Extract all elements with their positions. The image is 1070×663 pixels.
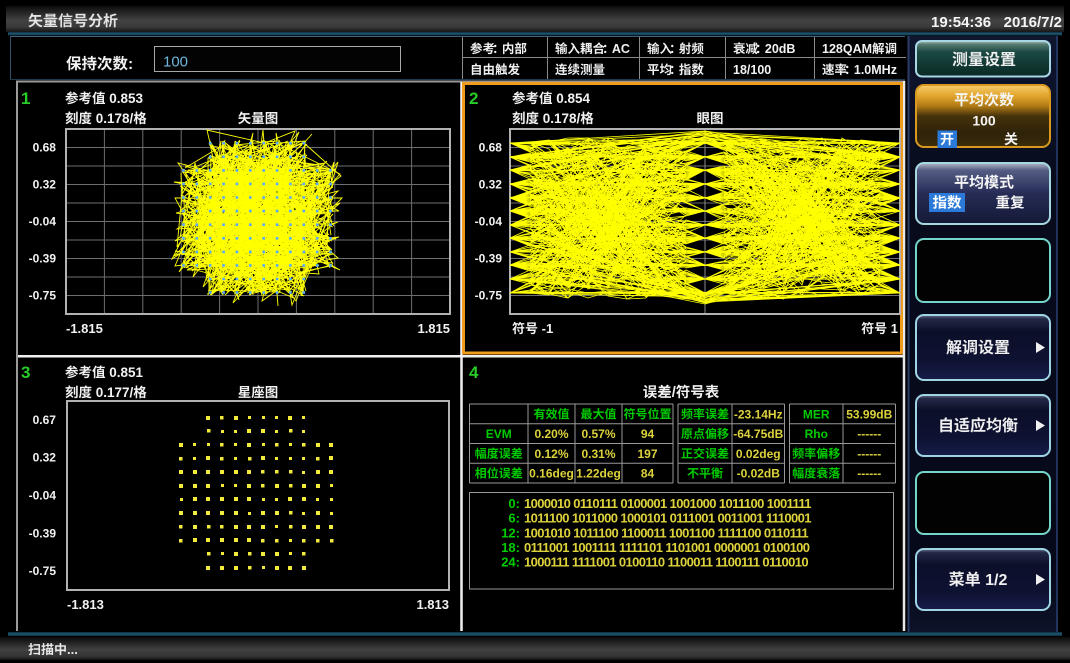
svg-text:100: 100: [972, 113, 996, 129]
svg-text:18:: 18:: [501, 540, 520, 555]
svg-text:53.99dB: 53.99dB: [846, 407, 892, 421]
svg-text:-0.04: -0.04: [29, 489, 57, 503]
svg-text:-64.75dB: -64.75dB: [733, 427, 783, 441]
svg-text:0.31%: 0.31%: [581, 447, 615, 461]
svg-text:0.32: 0.32: [33, 178, 57, 192]
svg-text:94: 94: [641, 427, 655, 441]
svg-text:/: /: [672, 385, 676, 401]
svg-text:197: 197: [637, 447, 657, 461]
svg-text:1/2: 1/2: [985, 572, 1007, 589]
svg-text:0.177/: 0.177/: [96, 385, 134, 400]
svg-text:0.68: 0.68: [479, 141, 503, 155]
svg-text:1.22deg: 1.22deg: [576, 467, 621, 481]
svg-text:0.178/: 0.178/: [96, 111, 134, 126]
svg-text:3: 3: [21, 363, 30, 382]
svg-text:-0.75: -0.75: [475, 289, 503, 303]
svg-text:100: 100: [163, 54, 188, 71]
svg-text:18/100: 18/100: [733, 63, 771, 77]
svg-text:0.32: 0.32: [33, 451, 57, 465]
svg-text:84: 84: [641, 467, 655, 481]
svg-text:------: ------: [857, 467, 881, 481]
svg-text:1000010 0110111 0100001 100100: 1000010 0110111 0100001 1001000 1011100 …: [524, 496, 811, 511]
svg-text:0.67: 0.67: [33, 413, 57, 427]
svg-text:-0.75: -0.75: [29, 289, 57, 303]
svg-text:0.16deg: 0.16deg: [529, 467, 574, 481]
svg-text:1000111 1111001 0100110 110001: 1000111 1111001 0100110 1100011 1100111 …: [524, 555, 808, 570]
svg-text:AC: AC: [612, 42, 630, 56]
svg-text:...: ...: [67, 642, 78, 657]
svg-text:24:: 24:: [501, 555, 520, 570]
svg-text:0.68: 0.68: [33, 141, 57, 155]
svg-text:-23.14Hz: -23.14Hz: [734, 407, 783, 421]
svg-text:-0.39: -0.39: [29, 526, 57, 540]
svg-text:EVM: EVM: [486, 427, 512, 441]
svg-text:------: ------: [857, 447, 881, 461]
svg-text:0.02deg: 0.02deg: [736, 447, 781, 461]
svg-text:0.57%: 0.57%: [581, 427, 615, 441]
svg-text:------: ------: [857, 427, 881, 441]
svg-text:MER: MER: [803, 407, 830, 421]
svg-text:20dB: 20dB: [765, 42, 796, 56]
svg-text:-0.04: -0.04: [475, 215, 503, 229]
svg-text:2016/7/2: 2016/7/2: [1004, 14, 1062, 31]
svg-text:-1.813: -1.813: [67, 597, 104, 612]
svg-text:-1: -1: [542, 321, 554, 336]
svg-text:4: 4: [469, 363, 479, 382]
svg-text:0.853: 0.853: [109, 91, 143, 106]
svg-text:-0.02dB: -0.02dB: [737, 467, 781, 481]
svg-text:-0.75: -0.75: [29, 564, 57, 578]
svg-text::: :: [128, 56, 133, 73]
svg-text:0.178/: 0.178/: [543, 111, 581, 126]
svg-text:0.854: 0.854: [556, 91, 590, 106]
svg-text:0:: 0:: [508, 496, 520, 511]
svg-text:-1.815: -1.815: [66, 321, 103, 336]
svg-text:2: 2: [469, 89, 478, 108]
svg-text:1001010 1011100 1100011 100110: 1001010 1011100 1100011 1001100 1111100 …: [524, 525, 808, 540]
svg-text:-0.04: -0.04: [29, 215, 57, 229]
svg-text:0.12%: 0.12%: [534, 447, 568, 461]
svg-text:0.20%: 0.20%: [534, 427, 568, 441]
svg-text:1: 1: [891, 321, 898, 336]
svg-text:1.0MHz: 1.0MHz: [854, 63, 897, 77]
svg-text:19:54:36: 19:54:36: [931, 14, 991, 31]
svg-text:-0.39: -0.39: [29, 252, 57, 266]
svg-text:0.851: 0.851: [109, 365, 143, 380]
svg-text:1011100 1011000 1000101 011100: 1011100 1011000 1000101 0111001 0011001 …: [524, 511, 811, 526]
svg-text:0111001 1001111 1111101 110100: 0111001 1001111 1111101 1101001 0000001 …: [524, 540, 810, 555]
svg-text:6:: 6:: [508, 511, 520, 526]
svg-text:1: 1: [21, 89, 30, 108]
svg-text:12:: 12:: [501, 525, 520, 540]
svg-text:Rho: Rho: [805, 427, 828, 441]
svg-text:1.813: 1.813: [416, 597, 449, 612]
svg-text:1.815: 1.815: [417, 321, 450, 336]
svg-text:-0.39: -0.39: [475, 252, 503, 266]
svg-text:128QAM: 128QAM: [822, 42, 872, 56]
svg-text:0.32: 0.32: [479, 178, 503, 192]
